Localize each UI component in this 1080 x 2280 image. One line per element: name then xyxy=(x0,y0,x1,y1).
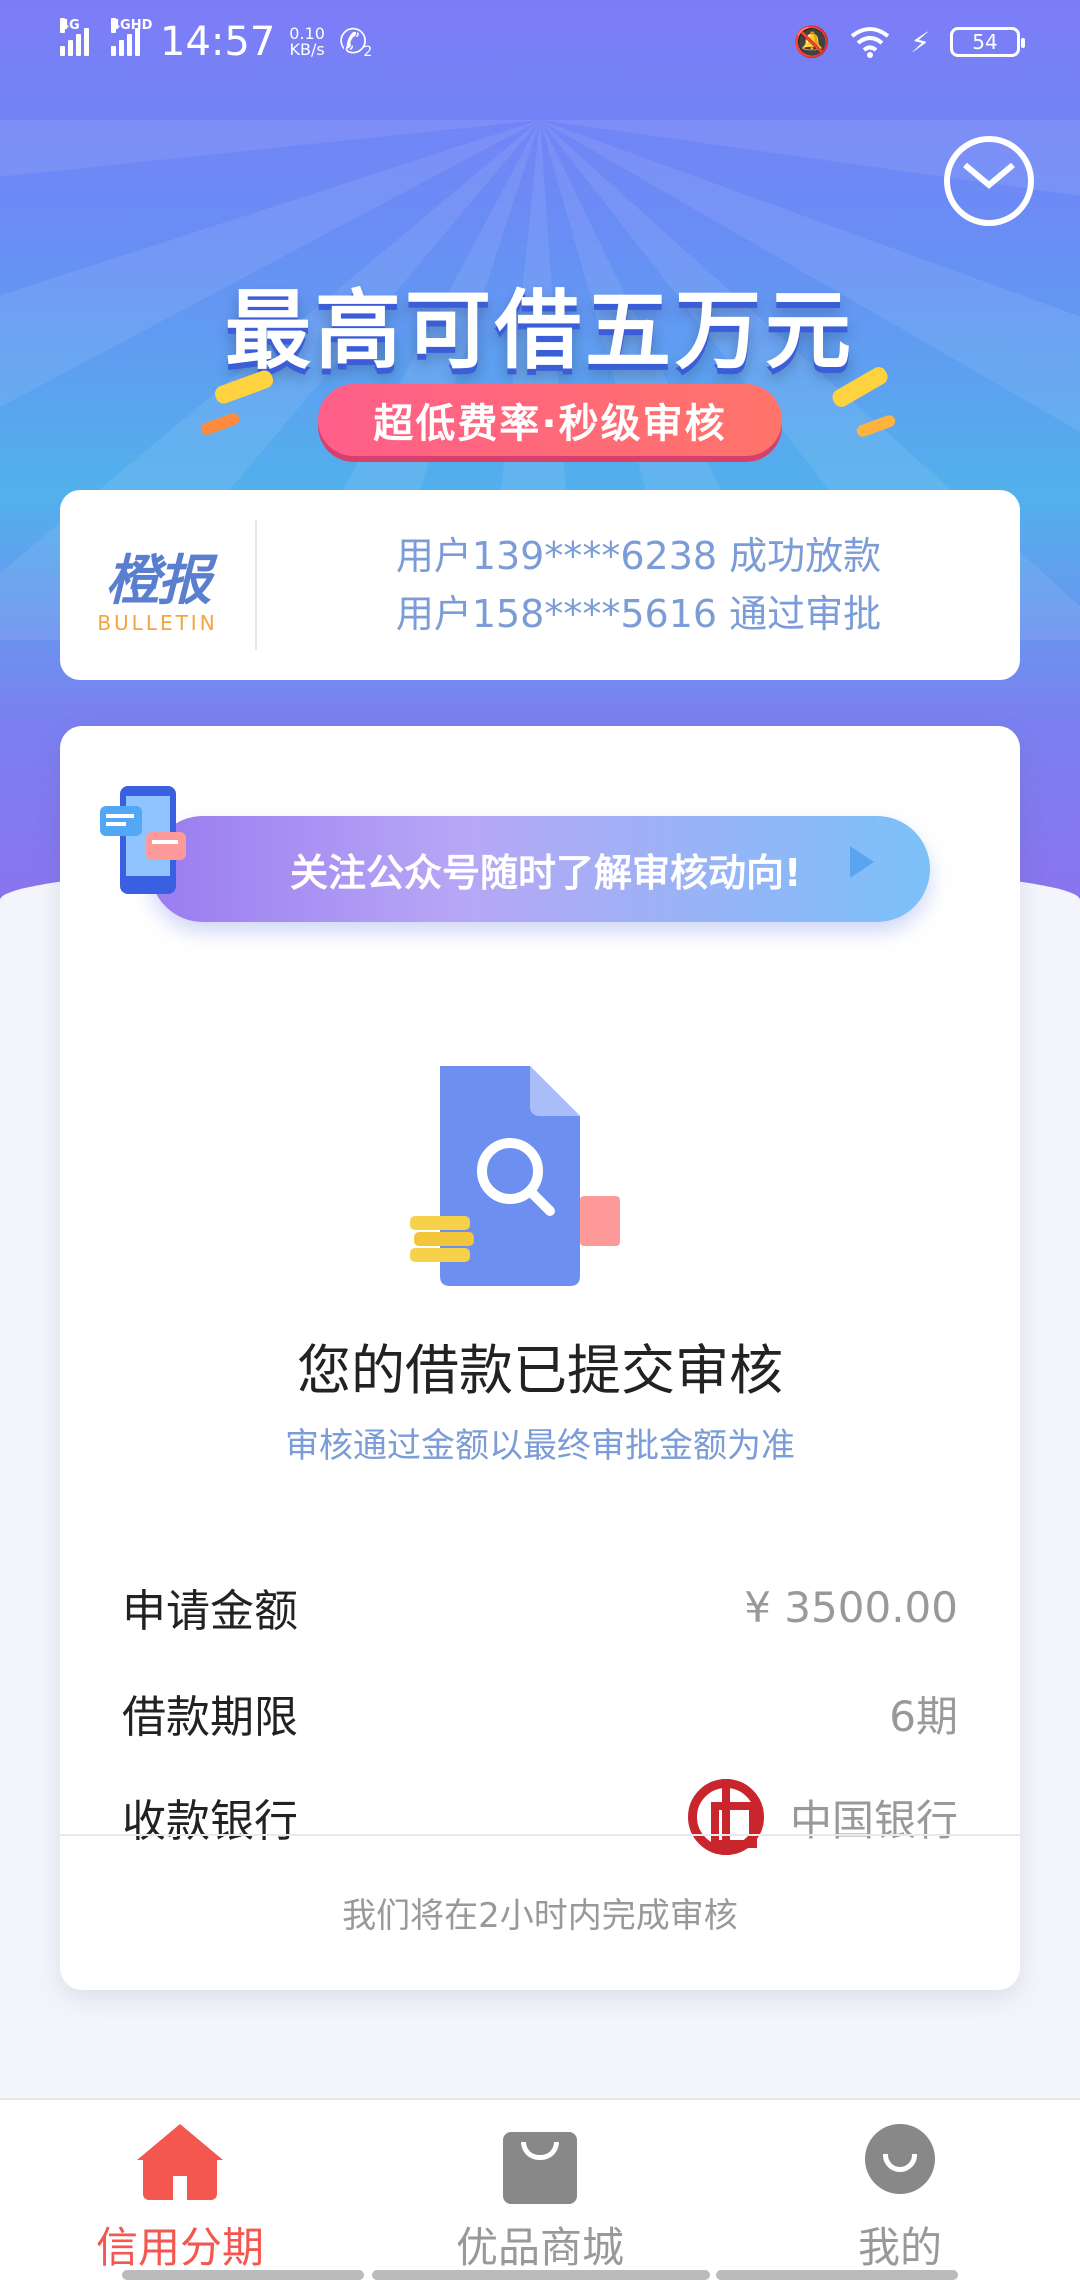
mute-icon: 🔕 xyxy=(792,24,831,60)
bank-name: 中国银行 xyxy=(789,1795,958,1845)
play-arrow-icon xyxy=(850,846,874,878)
nav-item-installment[interactable]: 信用分期 xyxy=(50,2124,310,2275)
battery-icon: 54 xyxy=(950,27,1025,57)
detail-label: 借款期限 xyxy=(122,1692,298,1743)
nav-label: 优品商城 xyxy=(455,2223,624,2272)
bulletin-ticker: 用户139****6238 成功放款 用户158****5616 通过审批 xyxy=(257,527,1020,643)
gesture-bar xyxy=(122,2270,364,2280)
network-type-2: 4GHD xyxy=(111,18,153,33)
detail-value: 6期 xyxy=(889,1691,958,1741)
gesture-bar xyxy=(716,2270,958,2280)
bottom-navigation: 信用分期 优品商城 我的 xyxy=(0,2098,1080,2280)
detail-label: 申请金额 xyxy=(122,1586,298,1637)
nav-label: 信用分期 xyxy=(95,2223,264,2272)
nav-item-profile[interactable]: 我的 xyxy=(770,2124,1030,2275)
call-sim: 2 xyxy=(363,44,373,60)
status-bar: 4G 4GHD 14:57 0.10 KB/s ✆ 2 🔕 ⚡ 54 xyxy=(0,0,1080,84)
detail-value: 中国银行 xyxy=(687,1779,958,1855)
status-title: 您的借款已提交审核 xyxy=(297,1339,783,1402)
divider xyxy=(60,1834,1020,1836)
signal-icon-2: 4GHD xyxy=(111,18,152,56)
envelope-icon xyxy=(963,162,1015,189)
speed-unit: KB/s xyxy=(289,40,325,59)
wifi-icon xyxy=(851,27,890,58)
hero-slogan: 超低费率·秒级审核 xyxy=(318,384,782,456)
bulletin-logo: 橙报 BULLETIN xyxy=(60,536,255,635)
charging-icon: ⚡ xyxy=(910,25,930,59)
nav-item-mall[interactable]: 优品商城 xyxy=(410,2124,670,2275)
home-icon xyxy=(137,2124,223,2202)
bulletin-card[interactable]: 橙报 BULLETIN 用户139****6238 成功放款 用户158****… xyxy=(60,490,1020,680)
status-subtitle: 审核通过金额以最终审批金额为准 xyxy=(285,1426,795,1466)
hero-title: 最高可借五万元 xyxy=(225,281,855,381)
follow-official-account-banner[interactable]: 关注公众号随时了解审核动向! xyxy=(150,816,930,922)
message-button[interactable] xyxy=(944,136,1034,226)
gesture-bar xyxy=(372,2270,710,2280)
loan-status-card: 关注公众号随时了解审核动向! 您的借款已提交审核 审核通过金额以最终审批金额为准… xyxy=(60,726,1020,1990)
bulletin-line: 用户139****6238 成功放款 xyxy=(395,534,882,578)
network-speed: 0.10 KB/s xyxy=(289,26,325,58)
bulletin-logo-en: BULLETIN xyxy=(97,610,218,635)
nav-label: 我的 xyxy=(857,2223,942,2272)
signal-icon: 4G xyxy=(60,18,89,56)
profile-icon xyxy=(857,2124,943,2202)
bulletin-logo-cn: 橙报 xyxy=(105,548,212,612)
battery-level: 54 xyxy=(972,30,998,54)
bank-of-china-logo-icon xyxy=(687,1779,764,1855)
review-time-note: 我们将在2小时内完成审核 xyxy=(342,1896,738,1936)
detail-label: 收款银行 xyxy=(122,1796,298,1847)
bulletin-line: 用户158****5616 通过审批 xyxy=(395,592,882,636)
detail-row-bank: 收款银行 中国银行 xyxy=(122,1779,958,1855)
follow-banner-text: 关注公众号随时了解审核动向! xyxy=(290,850,802,895)
clock: 14:57 xyxy=(160,19,276,65)
detail-value: ¥ 3500.00 xyxy=(744,1582,958,1632)
shopping-bag-icon xyxy=(497,2124,583,2204)
detail-row-amount: 申请金额 ¥ 3500.00 xyxy=(122,1572,958,1642)
detail-row-term: 借款期限 6期 xyxy=(122,1678,958,1748)
document-search-icon xyxy=(410,1066,620,1286)
network-type: 4G xyxy=(60,18,80,33)
phone-chat-icon xyxy=(100,786,186,894)
